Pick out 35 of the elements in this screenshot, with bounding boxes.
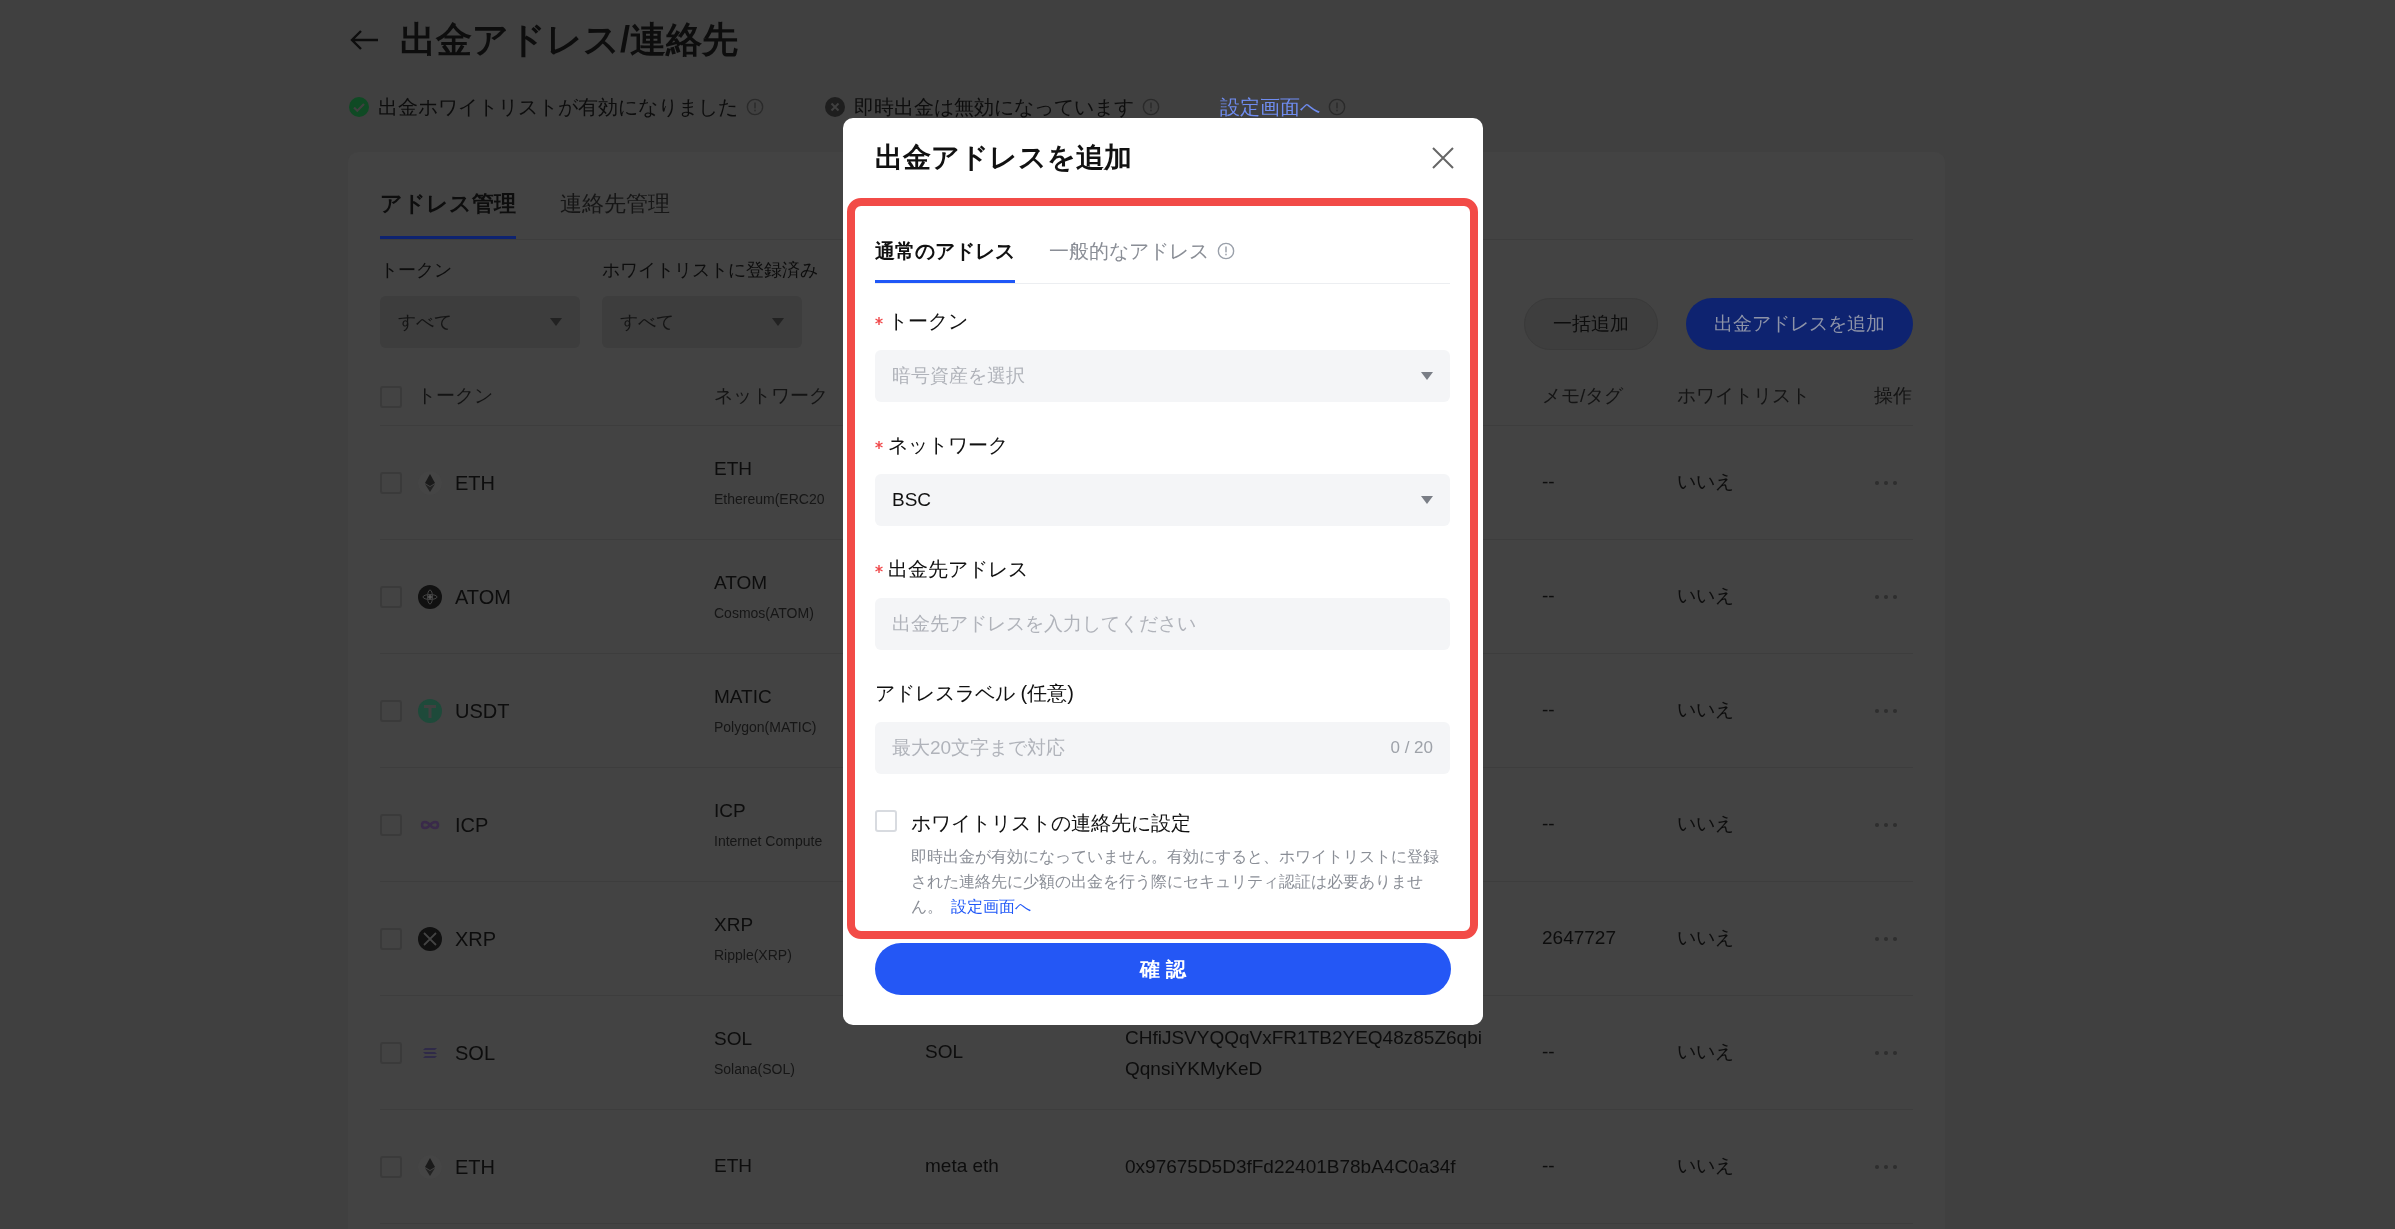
checkbox-label: ホワイトリストの連絡先に設定 [911,811,1192,836]
field-label: ネットワーク [888,433,1008,458]
select-field[interactable]: 暗号資産を選択 [875,350,1450,402]
char-counter: 0 / 20 [1390,737,1433,760]
close-icon[interactable] [1431,146,1455,170]
caret-icon [1421,372,1433,380]
modal-title: 出金アドレスを追加 [875,141,1132,175]
option-description: 即時出金が有効になっていません。有効にすると、ホワイトリストに登録された連絡先に少額の出金を行う際にセキュリティ認証は必要ありません。 設定画面へ [911,847,1440,917]
memo-cell-text: -- [1542,470,1555,495]
memo-cell-text: -- [1542,812,1555,837]
back-arrow-icon[interactable] [348,28,380,52]
x-circle-icon [417,925,443,952]
memo-cell-text: -- [1542,1154,1555,1179]
memo-cell-text: -- [1542,1040,1555,1065]
input-field[interactable]: 最大20文字まで対応 0 / 20 [875,722,1450,774]
caret-icon [1421,496,1433,504]
coin-icon [417,697,443,724]
settings-link[interactable]: 設定画面へ [951,898,1031,915]
field-label: アドレスラベル (任意) [875,681,1074,706]
field-label: トークン [888,309,968,334]
input-field[interactable]: 出金先アドレスを入力してください [875,598,1450,650]
atom-icon [417,583,443,610]
add-address-button[interactable]: 出金アドレスを追加 [1686,298,1913,350]
dialog-tab[interactable]: 通常のアドレス [875,236,1015,283]
settings-link[interactable]: 設定画面へ [1220,92,1320,122]
confirm-button[interactable]: 確 認 [875,943,1451,995]
memo-cell-text: -- [1542,584,1555,609]
x-circle-icon [824,96,846,118]
select-field[interactable]: BSC [875,474,1450,526]
check-circle-icon [348,96,370,118]
caret-icon [550,318,562,326]
field-label: 出金先アドレス [888,557,1028,582]
caret-icon [772,318,784,326]
memo-cell-text: -- [1542,698,1555,723]
dialog-tab[interactable]: 一般的なアドレス [1049,236,1235,283]
